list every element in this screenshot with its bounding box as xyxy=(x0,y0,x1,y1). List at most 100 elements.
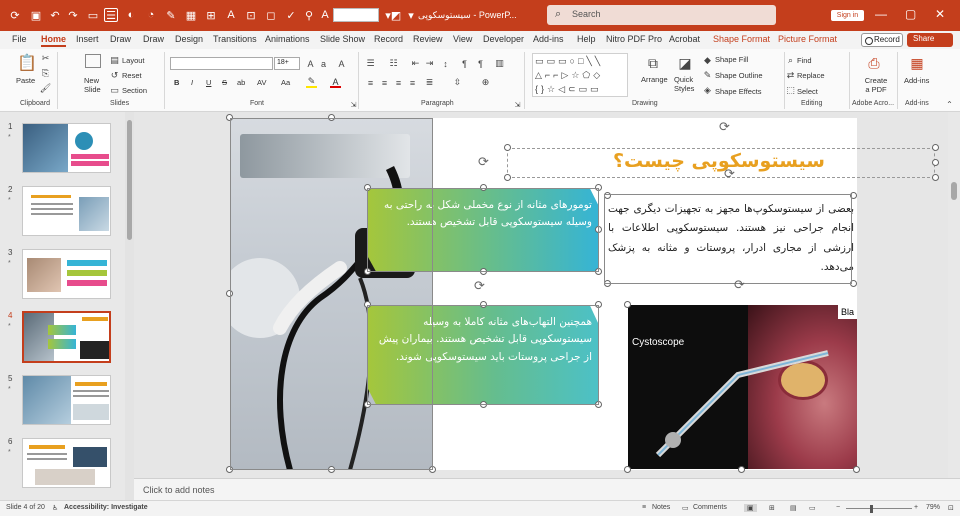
slide-thumbnail-2[interactable] xyxy=(22,186,111,236)
tab-developer[interactable]: Developer xyxy=(483,34,524,44)
clear-format-icon[interactable]: A xyxy=(336,58,347,69)
font-family-select[interactable] xyxy=(170,57,273,70)
normal-view-icon[interactable]: ▣ xyxy=(744,504,757,512)
find-button[interactable]: Find xyxy=(797,56,812,65)
shape-fill-button[interactable]: Shape Fill xyxy=(715,55,748,64)
slide-thumbnail-6[interactable] xyxy=(22,438,111,488)
zoom-slider[interactable] xyxy=(846,508,912,509)
paint-icon[interactable]: ✎ xyxy=(164,8,178,22)
resize-handle[interactable] xyxy=(738,466,745,473)
bold-button[interactable]: B xyxy=(174,78,179,87)
cut-icon[interactable]: ✂ xyxy=(40,53,51,64)
vertical-scrollbar[interactable] xyxy=(948,112,960,478)
comments-button[interactable]: Comments xyxy=(693,504,727,511)
signin-button[interactable]: Sign in xyxy=(831,10,864,21)
resize-handle[interactable] xyxy=(932,159,939,166)
tab-addins[interactable]: Add-ins xyxy=(533,34,564,44)
tab-view[interactable]: View xyxy=(453,34,472,44)
decrease-indent-icon[interactable]: ⇤ xyxy=(410,58,421,69)
paste-icon[interactable]: 📋 xyxy=(17,54,37,72)
resize-handle[interactable] xyxy=(932,144,939,151)
slide-thumbnail-4[interactable] xyxy=(22,311,111,363)
shape-icon[interactable]: ◻ xyxy=(264,8,278,22)
copy-icon[interactable]: ⎘ xyxy=(40,68,51,79)
comments-icon[interactable]: ▭ xyxy=(682,504,689,512)
quick-styles-icon[interactable]: ◪ xyxy=(676,54,694,72)
zoom-slider-thumb[interactable] xyxy=(870,505,873,513)
shrink-font-icon[interactable]: a xyxy=(318,58,329,69)
text-icon[interactable]: A xyxy=(224,8,238,22)
notes-icon[interactable]: ≡ xyxy=(642,504,646,511)
insert-picture-icon[interactable]: ▦ xyxy=(184,8,198,22)
redo-icon[interactable]: ↷ xyxy=(66,8,80,22)
tab-acrobat[interactable]: Acrobat xyxy=(669,34,700,44)
paragraph-dialog-icon[interactable]: ⇲ xyxy=(512,99,523,110)
replace-button[interactable]: Replace xyxy=(797,71,825,80)
resize-handle[interactable] xyxy=(932,174,939,181)
mic-icon[interactable]: ⚲ xyxy=(302,8,316,22)
justify-icon[interactable]: ≡ xyxy=(407,77,418,88)
tab-slideshow[interactable]: Slide Show xyxy=(320,34,365,44)
tab-animations[interactable]: Animations xyxy=(265,34,310,44)
zoom-in-icon[interactable]: + xyxy=(914,504,918,511)
slide-thumbnail-1[interactable] xyxy=(22,123,111,173)
rotate-handle-icon[interactable]: ⟳ xyxy=(474,278,485,294)
resize-handle[interactable] xyxy=(853,466,860,473)
tab-draw-2[interactable]: Draw xyxy=(143,34,164,44)
align-right-icon[interactable]: ≡ xyxy=(393,77,404,88)
more-icon[interactable]: ▾ xyxy=(404,8,418,22)
arrange-button[interactable]: Arrange xyxy=(641,75,668,84)
tab-help[interactable]: Help xyxy=(577,34,596,44)
distribute-icon[interactable]: ≣ xyxy=(424,77,435,88)
save-icon[interactable]: ▣ xyxy=(29,8,43,22)
create-pdf-icon[interactable]: ⎙ xyxy=(866,54,882,72)
smartart-icon[interactable]: ⊕ xyxy=(480,77,491,88)
resize-handle[interactable] xyxy=(504,144,511,151)
cystoscope-diagram-image[interactable]: Cystoscope Bla xyxy=(628,305,857,469)
bullets-icon[interactable]: ☰ xyxy=(365,58,376,69)
paste-button[interactable]: Paste xyxy=(16,76,35,85)
highlight-icon[interactable]: ◐ xyxy=(124,8,138,22)
accessibility-icon[interactable]: ♿ xyxy=(52,504,58,512)
rotate-handle-icon[interactable]: ⟳ xyxy=(734,277,745,293)
tab-file[interactable]: File xyxy=(12,34,27,44)
slideshow-view-icon[interactable]: ▭ xyxy=(809,504,816,512)
search-box[interactable]: ⌕ Search xyxy=(547,5,776,25)
font-size-select[interactable]: 18+ xyxy=(274,57,300,70)
align-text-icon[interactable]: ⇳ xyxy=(452,77,463,88)
rotate-handle-icon[interactable]: ⟳ xyxy=(719,119,730,135)
align-center-icon[interactable]: ≡ xyxy=(379,77,390,88)
italic-button[interactable]: I xyxy=(191,78,193,87)
undo-icon[interactable]: ↶ xyxy=(48,8,62,22)
tab-insert[interactable]: Insert xyxy=(76,34,99,44)
table-icon[interactable]: ⊞ xyxy=(204,8,218,22)
present-icon[interactable]: ▭ xyxy=(86,8,100,22)
increase-indent-icon[interactable]: ⇥ xyxy=(424,58,435,69)
strike-button[interactable]: S xyxy=(222,78,227,87)
resize-handle[interactable] xyxy=(624,301,631,308)
tab-home[interactable]: Home xyxy=(41,34,67,47)
new-slide-icon[interactable] xyxy=(85,54,101,68)
spell-icon[interactable]: ✓ xyxy=(284,8,298,22)
notes-pane[interactable]: Click to add notes xyxy=(134,478,960,500)
highlight-color-icon[interactable]: ✎ xyxy=(306,76,317,88)
tab-design[interactable]: Design xyxy=(175,34,203,44)
text-dir-icon[interactable]: ¶ xyxy=(459,58,470,69)
tab-transitions[interactable]: Transitions xyxy=(213,34,257,44)
arrange-icon[interactable]: ⧉ xyxy=(644,54,662,72)
case-button[interactable]: Aa xyxy=(281,78,290,87)
resize-handle[interactable] xyxy=(624,466,631,473)
font-color-icon[interactable]: A xyxy=(330,77,341,88)
format-icon[interactable]: ◩ xyxy=(389,8,403,22)
maximize-icon[interactable]: ▢ xyxy=(905,7,916,21)
rotate-handle-icon[interactable]: ⟳ xyxy=(724,166,735,182)
columns-icon[interactable]: ▥ xyxy=(494,58,505,69)
spacing-button[interactable]: AV xyxy=(257,78,266,87)
close-icon[interactable]: ✕ xyxy=(935,7,945,21)
scrollbar-thumb[interactable] xyxy=(127,120,132,240)
section-button[interactable]: Section xyxy=(122,86,147,95)
tab-nitro[interactable]: Nitro PDF Pro xyxy=(606,34,662,44)
comment-icon[interactable]: ⊡ xyxy=(244,8,258,22)
thumbnail-scrollbar[interactable] xyxy=(125,112,134,500)
tab-picture-format[interactable]: Picture Format xyxy=(778,34,837,44)
